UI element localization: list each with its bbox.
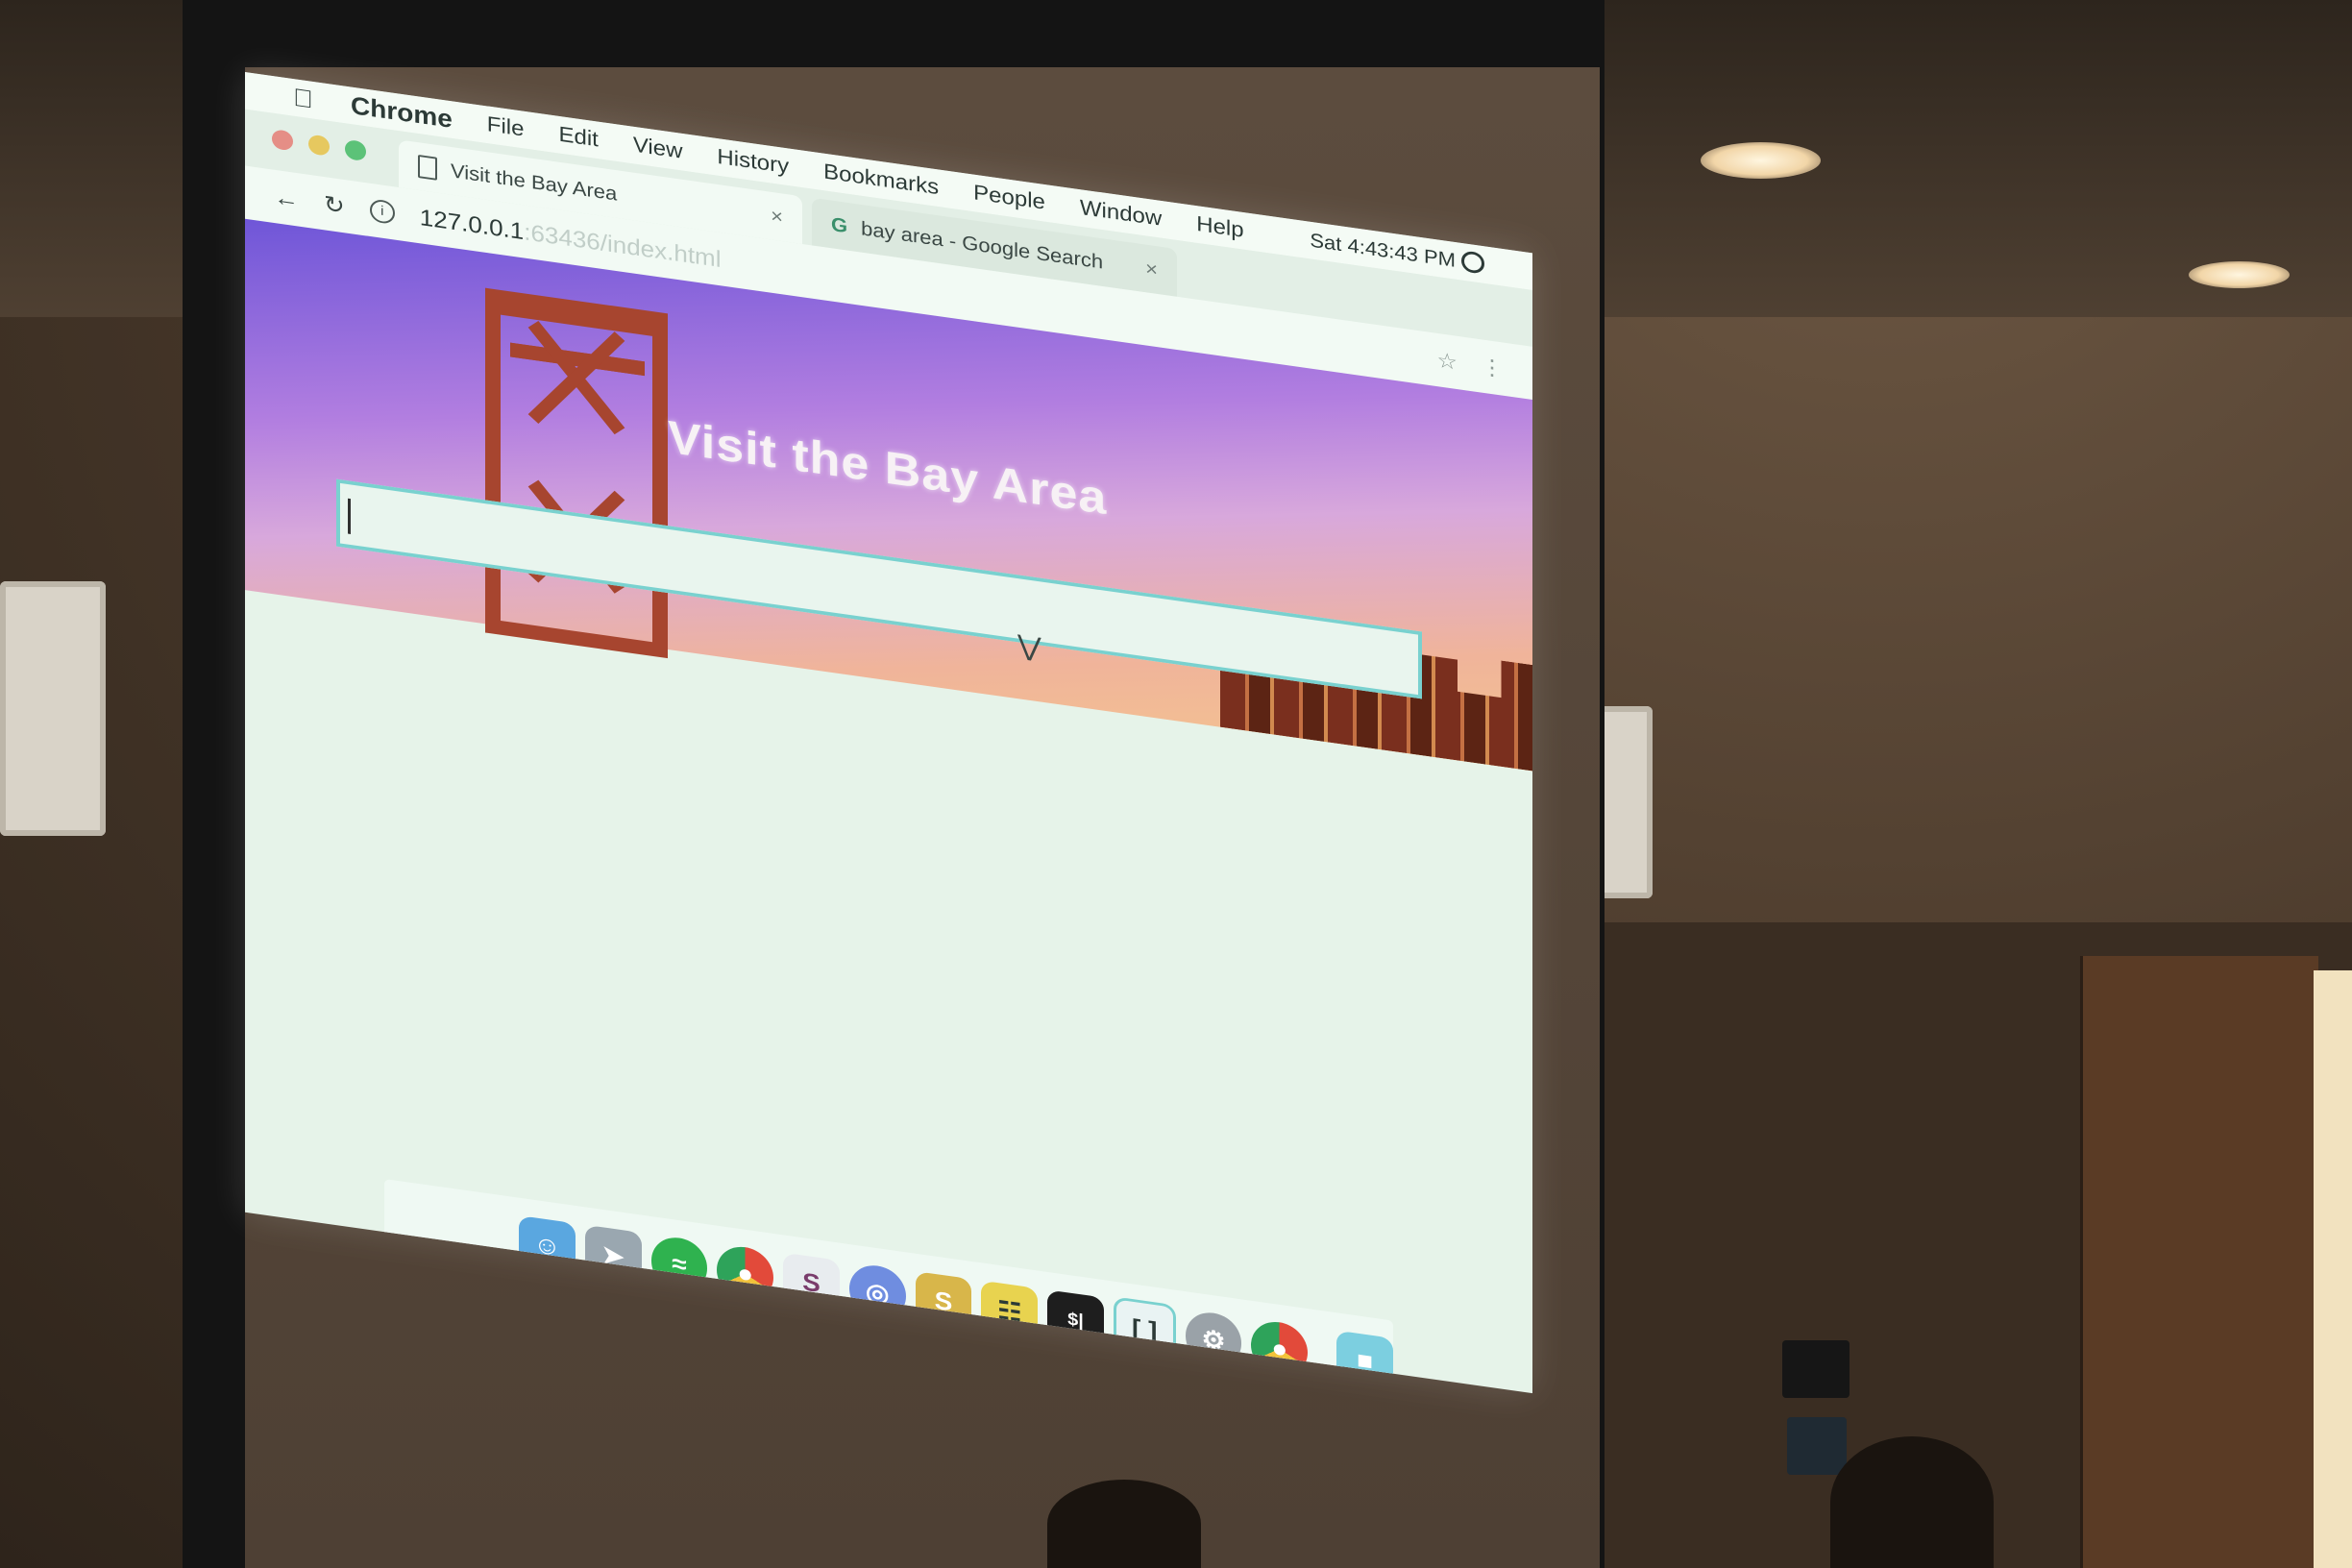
ceiling-light [1701,142,1821,179]
door [2080,956,2318,1568]
wall-control-panel [1782,1340,1850,1398]
projected-desktop:  Chrome File Edit View History Bookmark… [245,72,1532,1394]
page-title: Visit the Bay Area [668,411,1108,526]
wall-speaker [0,581,106,836]
close-window-icon[interactable] [272,129,293,152]
doorway-light [2314,970,2352,1568]
menu-file[interactable]: File [487,112,525,142]
audience-head [1047,1480,1201,1568]
bridge-tower-image [485,287,668,659]
ibeam-cursor-icon: ⋁ [1017,630,1041,664]
bookmark-star-icon[interactable]: ☆ [1436,347,1458,376]
apple-icon[interactable]:  [293,84,316,115]
close-tab-icon[interactable]: × [1145,257,1158,282]
minimize-window-icon[interactable] [308,134,330,157]
menu-window[interactable]: Window [1080,196,1162,233]
document-icon [418,155,437,181]
google-icon: G [831,212,848,237]
info-icon[interactable]: i [369,198,395,225]
window-controls [272,129,366,162]
back-arrow-icon[interactable]: ← [274,183,299,213]
menu-history[interactable]: History [717,145,789,180]
url-host[interactable]: 127.0.0.1 [420,203,524,245]
menu-people[interactable]: People [973,181,1045,215]
menu-edit[interactable]: Edit [558,122,598,153]
ceiling-light [2189,261,2290,288]
menu-help[interactable]: Help [1196,212,1243,244]
reload-icon[interactable]: ↻ [324,189,345,220]
maximize-window-icon[interactable] [345,138,366,162]
spotlight-search-icon[interactable] [1461,250,1484,275]
toolbar-tools: ☆ ⋮ [1436,347,1504,381]
text-caret [348,498,351,534]
menu-view[interactable]: View [633,133,683,164]
close-tab-icon[interactable]: × [771,205,783,230]
more-menu-icon[interactable]: ⋮ [1481,354,1504,382]
audience-head [1830,1436,1994,1568]
wall-keypad [1787,1417,1847,1475]
